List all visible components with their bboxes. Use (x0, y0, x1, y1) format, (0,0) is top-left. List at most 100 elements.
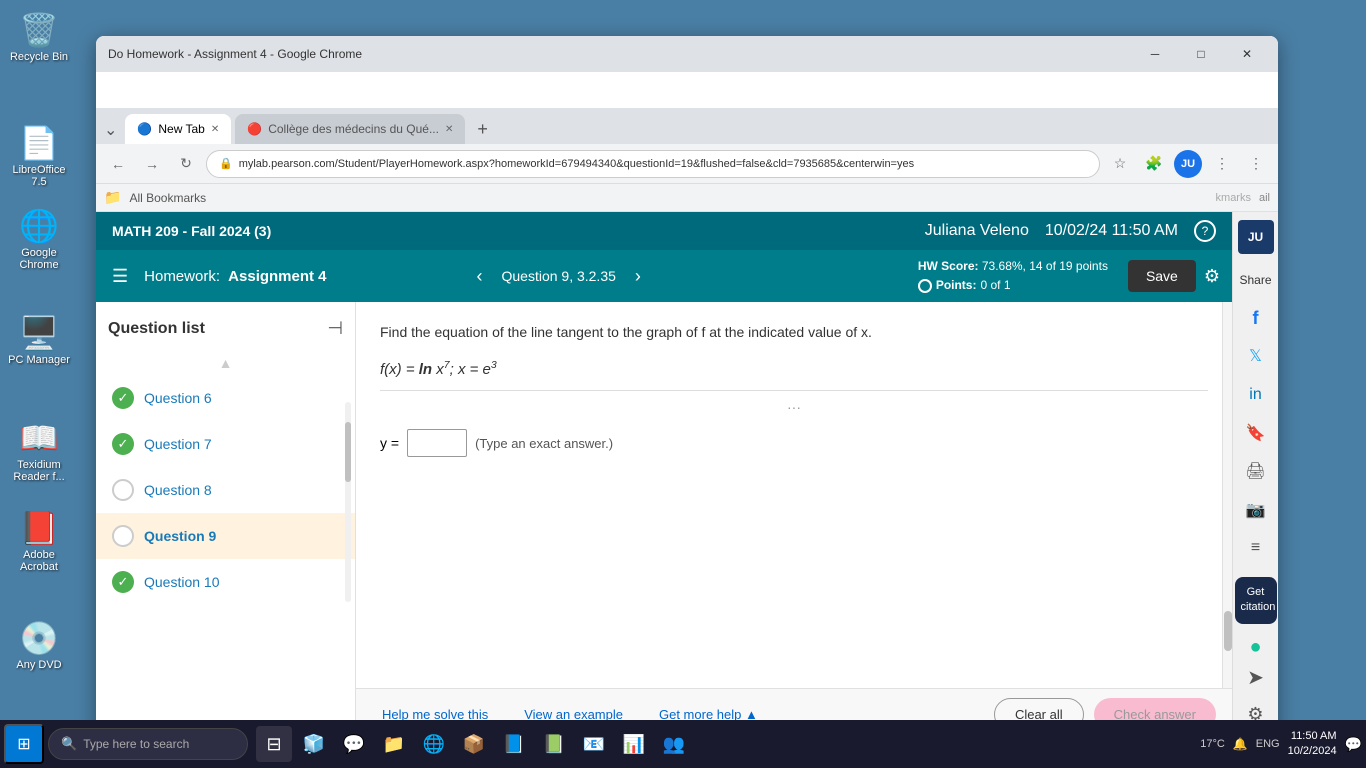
taskbar-notification[interactable]: 🔔 (1233, 737, 1248, 751)
recycle-bin-icon[interactable]: 🗑️ Recycle Bin (4, 7, 74, 67)
maximize-button[interactable]: □ (1178, 38, 1224, 70)
taskbar-running-apps: ⊟ 🧊 💬 📁 🌐 📦 📘 📗 � (256, 726, 692, 762)
question-sidebar: Question list ⊣ ▲ ✓ Question 6 (96, 302, 356, 740)
answer-input[interactable] (407, 429, 467, 457)
pearson-app: MATH 209 - Fall 2024 (3) Juliana Veleno … (96, 212, 1232, 740)
more-options-button[interactable]: ⋮ (1208, 150, 1236, 178)
profile-button[interactable]: JU (1174, 150, 1202, 178)
tab-row: ⌄ 🔵 New Tab ✕ 🔴 Collège des médecins du … (96, 108, 1278, 144)
reload-button[interactable]: ↻ (172, 150, 200, 178)
widgets-icon: 🧊 (303, 734, 325, 755)
sidebar-scrollbar-thumb[interactable] (345, 422, 351, 482)
grammarly-button[interactable]: ● (1249, 636, 1261, 659)
answer-row: y = (Type an exact answer.) (380, 429, 1208, 457)
print-icon: 🖨 (1245, 461, 1265, 481)
menu-button[interactable]: ☰ (108, 262, 132, 291)
inactive-tab-display[interactable]: 🔴 Collège des médecins du Qué... ✕ (235, 114, 465, 144)
excel-icon: 📗 (543, 734, 565, 755)
send-button[interactable]: ➤ (1247, 665, 1264, 690)
taskbar-outlook[interactable]: 📧 (576, 726, 612, 762)
question-item-9[interactable]: Question 9 (96, 513, 355, 559)
taskbar-excel[interactable]: 📗 (536, 726, 572, 762)
sidebar-collapse-button[interactable]: ⊣ (327, 318, 343, 339)
get-citation-button[interactable]: Get citation (1235, 577, 1277, 624)
question-item-10[interactable]: ✓ Question 10 (96, 559, 355, 605)
powerpoint-icon: 📊 (623, 734, 645, 755)
linkedin-share-button[interactable]: in (1238, 378, 1274, 412)
any-dvd-icon[interactable]: 💿 Any DVD (4, 615, 74, 675)
taskbar-word[interactable]: 📘 (496, 726, 532, 762)
mail-label: ail (1259, 192, 1270, 204)
prev-question-button[interactable]: ‹ (465, 262, 493, 290)
forward-button[interactable]: → (138, 150, 166, 178)
save-button[interactable]: Save (1128, 260, 1196, 292)
search-placeholder: Type here to search (83, 737, 189, 751)
more-sidebar-button[interactable]: ≡ (1238, 531, 1274, 565)
active-tab-close[interactable]: ✕ (211, 124, 219, 135)
profile-avatar-small[interactable]: JU (1238, 220, 1274, 254)
search-bar[interactable]: 🔍 Type here to search (48, 728, 248, 760)
share-button[interactable]: Share (1238, 262, 1274, 297)
more-icon: ≡ (1251, 539, 1260, 557)
inactive-tab-close[interactable]: ✕ (445, 124, 453, 135)
taskbar-explorer[interactable]: 📁 (376, 726, 412, 762)
browser-toolbar: ← → ↻ 🔒 mylab.pearson.com/Student/Player… (96, 144, 1278, 184)
texidium-icon[interactable]: 📖 Texidium Reader f... (4, 415, 74, 487)
question-item-8[interactable]: Question 8 (96, 467, 355, 513)
adobe-acrobat-icon[interactable]: 📕 Adobe Acrobat (4, 505, 74, 577)
taskbar-clock[interactable]: 11:50 AM 10/2/2024 (1288, 729, 1337, 760)
taskbar-widgets[interactable]: 🧊 (296, 726, 332, 762)
question-7-check: ✓ (112, 433, 134, 455)
notification-center-icon[interactable]: 💬 (1345, 736, 1362, 753)
content-scrollbar-thumb[interactable] (1224, 611, 1232, 651)
question-10-label: Question 10 (144, 574, 220, 590)
twitter-icon: 𝕏 (1249, 346, 1262, 366)
sidebar-panel-button[interactable]: ⋮ (1242, 150, 1270, 178)
bookmark-star-button[interactable]: ☆ (1106, 150, 1134, 178)
google-chrome-icon[interactable]: 🌐 Google Chrome (4, 203, 74, 275)
question-item-6[interactable]: ✓ Question 6 (96, 375, 355, 421)
taskbar-task-view[interactable]: ⊟ (256, 726, 292, 762)
help-icon[interactable]: ? (1194, 220, 1216, 242)
back-button[interactable]: ← (104, 150, 132, 178)
pc-manager-icon[interactable]: 🖥️ PC Manager (4, 310, 74, 370)
taskbar-chat[interactable]: 💬 (336, 726, 372, 762)
taskbar-tray: 17°C 🔔 ENG 11:50 AM 10/2/2024 💬 (1200, 729, 1362, 760)
apps-icon: 📦 (463, 734, 485, 755)
camera-sidebar-button[interactable]: 📷 (1238, 492, 1274, 526)
save-sidebar-button[interactable]: 🔖 (1238, 416, 1274, 450)
search-icon: 🔍 (61, 736, 77, 752)
add-tab-button[interactable]: + (469, 115, 496, 144)
start-button[interactable]: ⊞ (4, 724, 44, 764)
taskbar: ⊞ 🔍 Type here to search ⊟ 🧊 💬 📁 🌐 (0, 720, 1366, 768)
active-tab-display[interactable]: 🔵 New Tab ✕ (125, 114, 231, 144)
print-sidebar-button[interactable]: 🖨 (1238, 454, 1274, 488)
answer-prefix: y = (380, 435, 399, 451)
bottom-widget-area: ● ➤ (1247, 636, 1264, 690)
close-button[interactable]: ✕ (1224, 38, 1270, 70)
settings-gear-button[interactable]: ⚙ (1204, 266, 1220, 287)
taskbar-chrome[interactable]: 🌐 (416, 726, 452, 762)
answer-hint: (Type an exact answer.) (475, 436, 613, 451)
next-question-button[interactable]: › (624, 262, 652, 290)
scroll-up-icon: ▲ (219, 355, 233, 371)
hw-score-display: HW Score: 73.68%, 14 of 19 points Points… (918, 257, 1108, 295)
chrome-taskbar-icon: 🌐 (423, 734, 445, 755)
window-controls: ─ □ ✕ (1132, 38, 1270, 70)
minimize-button[interactable]: ─ (1132, 38, 1178, 70)
address-bar[interactable]: 🔒 mylab.pearson.com/Student/PlayerHomewo… (206, 150, 1100, 178)
current-date: 10/2/2024 (1288, 744, 1337, 759)
question-item-7[interactable]: ✓ Question 7 (96, 421, 355, 467)
facebook-share-button[interactable]: f (1238, 301, 1274, 335)
tab-collapse-button[interactable]: ⌄ (104, 120, 117, 144)
taskbar-teams[interactable]: 👥 (656, 726, 692, 762)
outlook-icon: 📧 (583, 734, 605, 755)
divider-dots: ··· (787, 399, 801, 415)
taskbar-apps[interactable]: 📦 (456, 726, 492, 762)
extension-button[interactable]: 🧩 (1140, 150, 1168, 178)
taskbar-powerpoint[interactable]: 📊 (616, 726, 652, 762)
scroll-up-area: ▲ (96, 351, 355, 375)
twitter-share-button[interactable]: 𝕏 (1238, 339, 1274, 373)
libreoffice-icon[interactable]: 📄 LibreOffice 7.5 (4, 120, 74, 192)
hw-score-section: HW Score: 73.68%, 14 of 19 points Points… (918, 257, 1220, 295)
